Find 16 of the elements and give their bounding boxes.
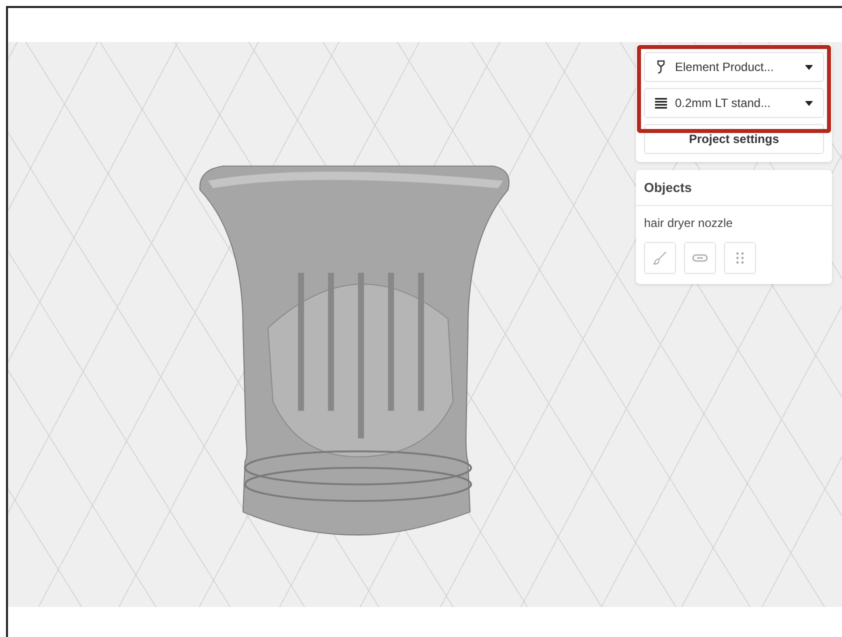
nozzle-icon: [655, 60, 667, 74]
caret-icon: [805, 100, 813, 106]
link-icon: [692, 254, 708, 262]
layers-icon: [655, 98, 667, 108]
printer-dropdown[interactable]: Element Product...: [644, 52, 824, 82]
nozzle-model-drawing[interactable]: [199, 166, 510, 536]
objects-title: Objects: [636, 170, 832, 206]
paint-button[interactable]: [644, 242, 676, 274]
drag-handle-button[interactable]: [724, 242, 756, 274]
link-button[interactable]: [684, 242, 716, 274]
object-item[interactable]: hair dryer nozzle: [636, 206, 832, 238]
3d-viewport[interactable]: Element Product... 0.2mm LT stand... Project settings Objects hair dryer nozzle: [8, 42, 842, 607]
profile-dropdown[interactable]: 0.2mm LT stand...: [644, 88, 824, 118]
dots-icon: [736, 252, 744, 264]
brush-icon: [653, 251, 667, 265]
caret-icon: [805, 64, 813, 70]
